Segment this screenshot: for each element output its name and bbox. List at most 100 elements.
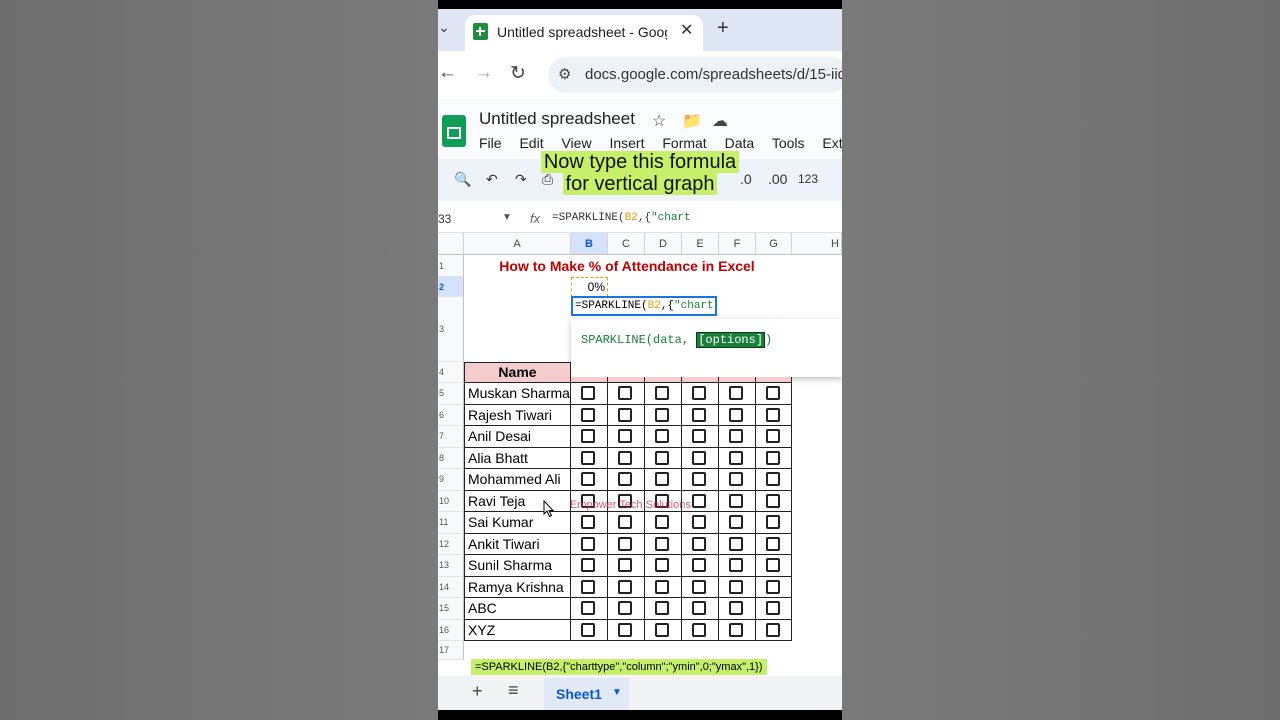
site-settings-icon[interactable]: ⚙	[558, 65, 571, 83]
new-tab-icon[interactable]: +	[717, 17, 729, 40]
checkbox[interactable]	[618, 601, 632, 615]
all-sheets-icon[interactable]: ≡	[508, 680, 519, 701]
col-header-a[interactable]: A	[464, 233, 571, 255]
checkbox[interactable]	[618, 579, 632, 594]
row-header-15[interactable]: 15	[438, 598, 464, 620]
checkbox[interactable]	[655, 579, 669, 594]
row-header-2[interactable]: 2	[438, 277, 464, 297]
col-header-c[interactable]: C	[608, 233, 645, 255]
checkbox[interactable]	[729, 386, 743, 400]
name-header-cell[interactable]: Name	[464, 362, 571, 383]
forward-arrow-icon[interactable]: →	[474, 62, 493, 84]
checkbox[interactable]	[729, 536, 743, 551]
menu-tools[interactable]: Tools	[772, 135, 805, 151]
checkbox[interactable]	[729, 558, 743, 572]
checkbox[interactable]	[618, 536, 632, 551]
checkbox[interactable]	[766, 579, 780, 594]
name-box[interactable]: 33	[438, 212, 451, 226]
name-cell[interactable]: Anil Desai	[464, 426, 571, 448]
menu-file[interactable]: File	[479, 135, 502, 151]
menu-format[interactable]: Format	[662, 135, 706, 151]
name-cell[interactable]: ABC	[464, 598, 571, 620]
checkbox[interactable]	[766, 622, 780, 637]
tab-list-chevron-icon[interactable]: ⌄	[438, 19, 450, 36]
row-header-12[interactable]: 12	[438, 533, 464, 555]
checkbox[interactable]	[581, 579, 595, 594]
row-header-17[interactable]: 17	[438, 641, 464, 660]
col-header-e[interactable]: E	[682, 233, 719, 255]
checkbox[interactable]	[581, 558, 595, 572]
checkbox[interactable]	[618, 429, 632, 443]
checkbox[interactable]	[692, 601, 706, 615]
checkbox[interactable]	[766, 558, 780, 572]
browser-tab[interactable]: Untitled spreadsheet - Google S ✕	[465, 15, 703, 51]
checkbox[interactable]	[729, 601, 743, 615]
checkbox[interactable]	[692, 450, 706, 465]
row-header-13[interactable]: 13	[438, 555, 464, 577]
cell-b2-percent[interactable]: 0%	[571, 277, 608, 297]
menu-insert[interactable]: Insert	[609, 135, 644, 151]
row-header-7[interactable]: 7	[438, 426, 464, 448]
checkbox[interactable]	[655, 601, 669, 615]
row-header-6[interactable]: 6	[438, 404, 464, 426]
checkbox[interactable]	[766, 601, 780, 615]
menu-edit[interactable]: Edit	[519, 135, 543, 151]
star-icon[interactable]: ☆	[652, 111, 666, 131]
menu-view[interactable]: View	[561, 135, 591, 151]
checkbox[interactable]	[655, 536, 669, 551]
spreadsheet-grid[interactable]: A B C D E F G H 1 2 3 4 5 6 7 8 9 10 11 …	[438, 233, 842, 660]
col-header-b[interactable]: B	[571, 233, 608, 255]
move-folder-icon[interactable]: 📁	[682, 111, 702, 131]
row-header-9[interactable]: 9	[438, 469, 464, 491]
sheets-logo-icon[interactable]	[442, 115, 466, 147]
checkbox[interactable]	[655, 515, 669, 529]
checkbox[interactable]	[655, 622, 669, 637]
add-sheet-icon[interactable]: +	[472, 681, 483, 702]
checkbox[interactable]	[729, 493, 743, 508]
menu-extensions[interactable]: Extensio	[822, 135, 842, 151]
checkbox[interactable]	[618, 558, 632, 572]
document-title[interactable]: Untitled spreadsheet	[479, 109, 635, 129]
checkbox[interactable]	[618, 450, 632, 465]
col-header-g[interactable]: G	[756, 233, 792, 255]
checkbox[interactable]	[729, 622, 743, 637]
menu-data[interactable]: Data	[725, 135, 755, 151]
checkbox[interactable]	[729, 450, 743, 465]
checkbox[interactable]	[618, 472, 632, 486]
name-cell[interactable]: Sunil Sharma	[464, 555, 571, 577]
checkbox[interactable]	[766, 429, 780, 443]
checkbox[interactable]	[766, 515, 780, 529]
checkbox[interactable]	[618, 407, 632, 422]
chevron-down-icon[interactable]: ▼	[612, 687, 622, 698]
checkbox[interactable]	[766, 536, 780, 551]
checkbox[interactable]	[766, 450, 780, 465]
row-header-5[interactable]: 5	[438, 383, 464, 405]
col-header-f[interactable]: F	[719, 233, 756, 255]
checkbox[interactable]	[692, 536, 706, 551]
checkbox[interactable]	[692, 472, 706, 486]
checkbox[interactable]	[655, 450, 669, 465]
checkbox[interactable]	[692, 622, 706, 637]
name-cell[interactable]: Ankit Tiwari	[464, 533, 571, 555]
row-header-8[interactable]: 8	[438, 447, 464, 469]
cell-b3-editor[interactable]: =SPARKLINE(B2,{"chart	[571, 296, 717, 316]
checkbox[interactable]	[766, 472, 780, 486]
checkbox[interactable]	[581, 450, 595, 465]
checkbox[interactable]	[655, 472, 669, 486]
checkbox[interactable]	[581, 472, 595, 486]
row-header-1[interactable]: 1	[438, 255, 464, 277]
checkbox[interactable]	[618, 386, 632, 400]
checkbox[interactable]	[655, 407, 669, 422]
col-header-h[interactable]: H	[792, 233, 842, 255]
row-header-14[interactable]: 14	[438, 576, 464, 598]
name-cell[interactable]: Rajesh Tiwari	[464, 404, 571, 426]
checkbox[interactable]	[729, 472, 743, 486]
checkbox[interactable]	[618, 622, 632, 637]
checkbox[interactable]	[692, 515, 706, 529]
checkbox[interactable]	[729, 407, 743, 422]
checkbox[interactable]	[581, 536, 595, 551]
name-cell[interactable]: XYZ	[464, 619, 571, 641]
back-arrow-icon[interactable]: ←	[438, 62, 457, 84]
reload-icon[interactable]: ↻	[510, 62, 526, 85]
close-icon[interactable]: ✕	[680, 20, 693, 40]
